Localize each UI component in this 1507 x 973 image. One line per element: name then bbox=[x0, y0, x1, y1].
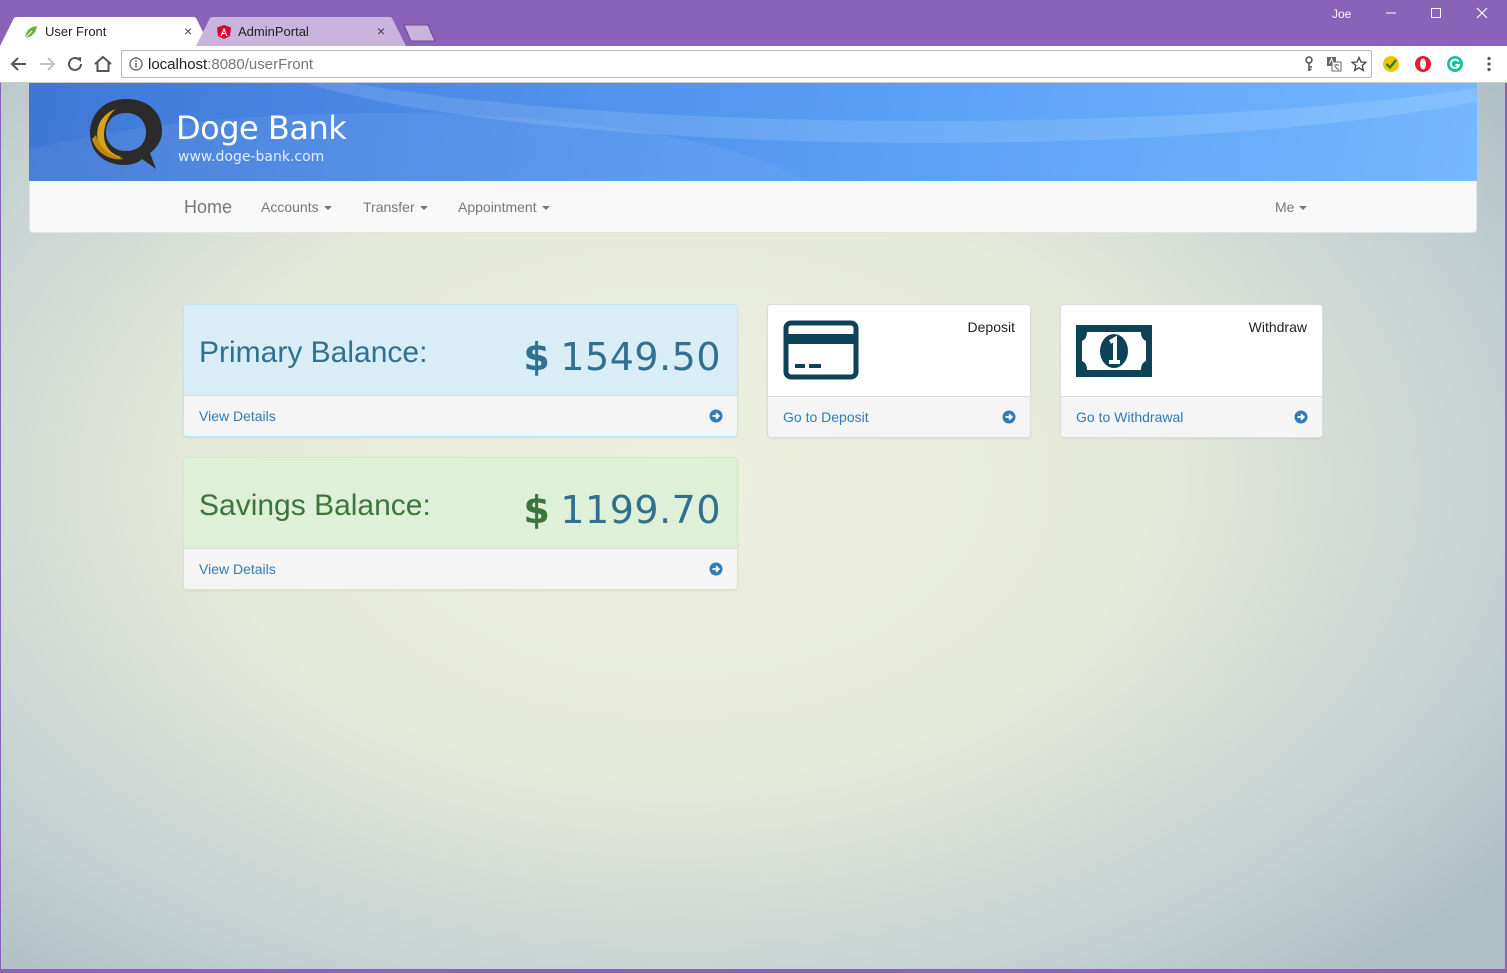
nav-accounts-dropdown[interactable]: Accounts bbox=[261, 199, 332, 215]
angular-favicon-icon bbox=[217, 25, 231, 39]
primary-balance-value: 1549.50 bbox=[560, 335, 721, 379]
go-to-deposit-link[interactable]: Go to Deposit bbox=[768, 396, 1030, 437]
close-window-icon[interactable] bbox=[1467, 3, 1497, 25]
tab-user-front[interactable]: User Front × bbox=[0, 17, 210, 46]
browser-toolbar: localhost:8080/userFront bbox=[0, 46, 1507, 83]
maximize-icon[interactable] bbox=[1421, 3, 1451, 25]
tab-admin-portal[interactable]: AdminPortal × bbox=[196, 17, 406, 46]
primary-view-details-link[interactable]: View Details bbox=[184, 395, 737, 436]
nav-me-dropdown[interactable]: Me bbox=[1275, 199, 1308, 215]
address-bar[interactable]: localhost:8080/userFront bbox=[121, 50, 1372, 78]
caret-down-icon bbox=[1299, 206, 1308, 211]
brand-name[interactable]: Doge Bank bbox=[176, 109, 347, 147]
brand-website: www.doge-bank.com bbox=[178, 149, 325, 165]
primary-balance-heading: Primary Balance: $1549.50 bbox=[184, 305, 737, 396]
url-host: localhost bbox=[148, 56, 208, 73]
bookmark-star-icon[interactable] bbox=[1351, 56, 1367, 72]
leaf-favicon-icon bbox=[24, 26, 37, 39]
url-path: :8080/userFront bbox=[207, 56, 314, 73]
window-frame bbox=[0, 83, 1, 973]
go-to-deposit-label: Go to Deposit bbox=[783, 409, 869, 425]
dollar-icon: $ bbox=[523, 335, 551, 379]
page-viewport: Doge Bank www.doge-bank.com Home Account… bbox=[0, 83, 1505, 969]
new-tab-button[interactable] bbox=[400, 24, 438, 42]
nav-transfer-label: Transfer bbox=[363, 199, 415, 215]
nav-home[interactable]: Home bbox=[184, 197, 232, 218]
nav-accounts-label: Accounts bbox=[261, 199, 319, 215]
go-to-withdrawal-label: Go to Withdrawal bbox=[1076, 409, 1184, 425]
savings-balance-value: 1199.70 bbox=[560, 488, 721, 532]
primary-balance-panel: Primary Balance: $1549.50 View Details bbox=[183, 304, 738, 437]
savings-balance-label: Savings Balance: bbox=[199, 489, 431, 522]
reload-icon[interactable] bbox=[63, 52, 87, 76]
forward-arrow-icon[interactable] bbox=[35, 52, 59, 76]
primary-balance-amount: $1549.50 bbox=[523, 335, 721, 379]
caret-down-icon bbox=[419, 206, 428, 211]
go-to-withdrawal-link[interactable]: Go to Withdrawal bbox=[1061, 396, 1322, 437]
translate-icon[interactable] bbox=[1326, 56, 1342, 72]
deposit-title: Deposit bbox=[967, 319, 1015, 335]
money-bill-icon bbox=[1076, 325, 1152, 377]
savings-balance-panel: Savings Balance: $1199.70 View Details bbox=[183, 457, 738, 590]
main-navbar: Home Accounts Transfer Appointment Me bbox=[29, 181, 1477, 233]
url-text: localhost:8080/userFront bbox=[148, 56, 313, 73]
arrow-circle-right-icon bbox=[1294, 410, 1308, 424]
credit-card-icon bbox=[783, 320, 859, 380]
tab-close-icon[interactable]: × bbox=[184, 23, 192, 39]
browser-titlebar: User Front × AdminPortal × Joe bbox=[0, 0, 1507, 46]
header-banner: Doge Bank www.doge-bank.com bbox=[29, 83, 1477, 181]
arrow-circle-right-icon bbox=[709, 562, 723, 576]
nav-appointment-label: Appointment bbox=[458, 199, 537, 215]
deposit-heading: Deposit bbox=[768, 305, 1030, 397]
withdraw-heading: Withdraw bbox=[1061, 305, 1322, 397]
dollar-icon: $ bbox=[523, 488, 551, 532]
deposit-panel: Deposit Go to Deposit bbox=[767, 304, 1031, 438]
grammarly-extension-icon[interactable] bbox=[1446, 55, 1464, 73]
info-icon[interactable] bbox=[129, 57, 143, 71]
tab-title: AdminPortal bbox=[238, 24, 309, 39]
nav-transfer-dropdown[interactable]: Transfer bbox=[363, 199, 428, 215]
withdraw-title: Withdraw bbox=[1248, 319, 1307, 335]
arrow-circle-right-icon bbox=[709, 409, 723, 423]
minimize-icon[interactable] bbox=[1376, 3, 1406, 25]
caret-down-icon bbox=[541, 206, 550, 211]
view-details-label: View Details bbox=[199, 561, 276, 577]
view-details-label: View Details bbox=[199, 408, 276, 424]
primary-balance-label: Primary Balance: bbox=[199, 336, 428, 369]
more-menu-icon[interactable] bbox=[1480, 55, 1498, 73]
nav-appointment-dropdown[interactable]: Appointment bbox=[458, 199, 550, 215]
tab-close-icon[interactable]: × bbox=[377, 23, 385, 39]
caret-down-icon bbox=[323, 206, 332, 211]
opera-extension-icon[interactable] bbox=[1414, 55, 1432, 73]
nav-me-label: Me bbox=[1275, 199, 1295, 215]
home-icon[interactable] bbox=[91, 52, 115, 76]
arrow-circle-right-icon bbox=[1002, 410, 1016, 424]
norton-extension-icon[interactable] bbox=[1382, 55, 1400, 73]
savings-balance-heading: Savings Balance: $1199.70 bbox=[184, 458, 737, 549]
back-arrow-icon[interactable] bbox=[7, 52, 31, 76]
profile-name[interactable]: Joe bbox=[1332, 7, 1351, 21]
tab-title: User Front bbox=[45, 24, 107, 39]
window-frame bbox=[0, 969, 1507, 973]
withdraw-panel: Withdraw Go to Withdrawal bbox=[1060, 304, 1323, 438]
savings-view-details-link[interactable]: View Details bbox=[184, 548, 737, 589]
doge-bank-logo-icon[interactable] bbox=[86, 95, 166, 171]
key-icon[interactable] bbox=[1301, 56, 1317, 72]
savings-balance-amount: $1199.70 bbox=[523, 488, 721, 532]
